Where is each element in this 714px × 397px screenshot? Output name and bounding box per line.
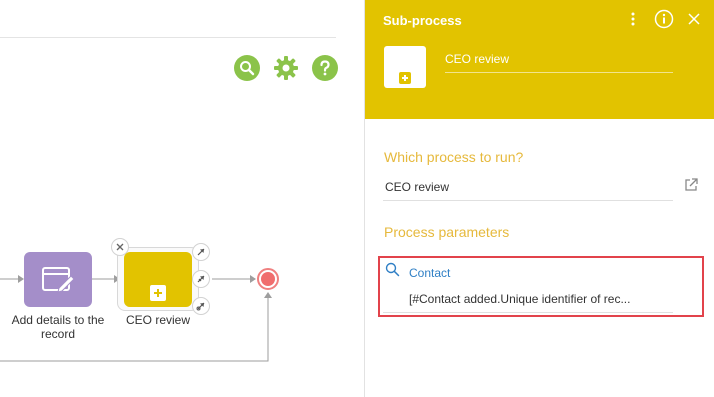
subprocess-plus-icon — [399, 72, 411, 84]
task-label: CEO review — [125, 313, 190, 327]
connect-conditional-icon[interactable] — [192, 270, 210, 288]
panel-header: Sub-process CEO review — [365, 0, 714, 119]
subprocess-plus-icon — [150, 285, 166, 301]
info-icon[interactable] — [653, 8, 675, 30]
parameter-value-underline — [383, 312, 673, 313]
process-field-underline — [383, 200, 673, 201]
close-icon[interactable] — [685, 10, 703, 28]
end-event-fill — [261, 272, 275, 286]
end-event[interactable] — [257, 268, 279, 290]
task-add-details[interactable] — [24, 252, 92, 307]
process-lookup-field[interactable]: CEO review — [385, 180, 449, 194]
element-name-field[interactable]: CEO review — [445, 52, 509, 66]
more-vertical-icon[interactable] — [627, 11, 639, 27]
connect-arrow-icon[interactable] — [192, 243, 210, 261]
edit-page-icon — [42, 266, 75, 293]
panel-title: Sub-process — [383, 13, 462, 28]
task-label: Add details to the record — [11, 313, 105, 341]
open-external-icon[interactable] — [683, 177, 699, 198]
search-icon[interactable] — [385, 262, 400, 282]
process-designer-canvas[interactable]: Add details to the record CEO review — [0, 0, 364, 397]
parameter-name: Contact — [409, 266, 451, 280]
element-thumbnail[interactable] — [384, 46, 426, 88]
element-properties-panel: Sub-process CEO review Which process to … — [364, 0, 714, 397]
parameters-section-label: Process parameters — [384, 224, 510, 240]
task-ceo-review[interactable] — [124, 252, 192, 307]
connect-default-icon[interactable] — [192, 297, 210, 315]
element-name-underline — [445, 72, 673, 73]
process-section-label: Which process to run? — [384, 149, 524, 165]
close-icon[interactable] — [111, 238, 129, 256]
parameter-value-field[interactable]: [#Contact added.Unique identifier of rec… — [409, 292, 630, 306]
